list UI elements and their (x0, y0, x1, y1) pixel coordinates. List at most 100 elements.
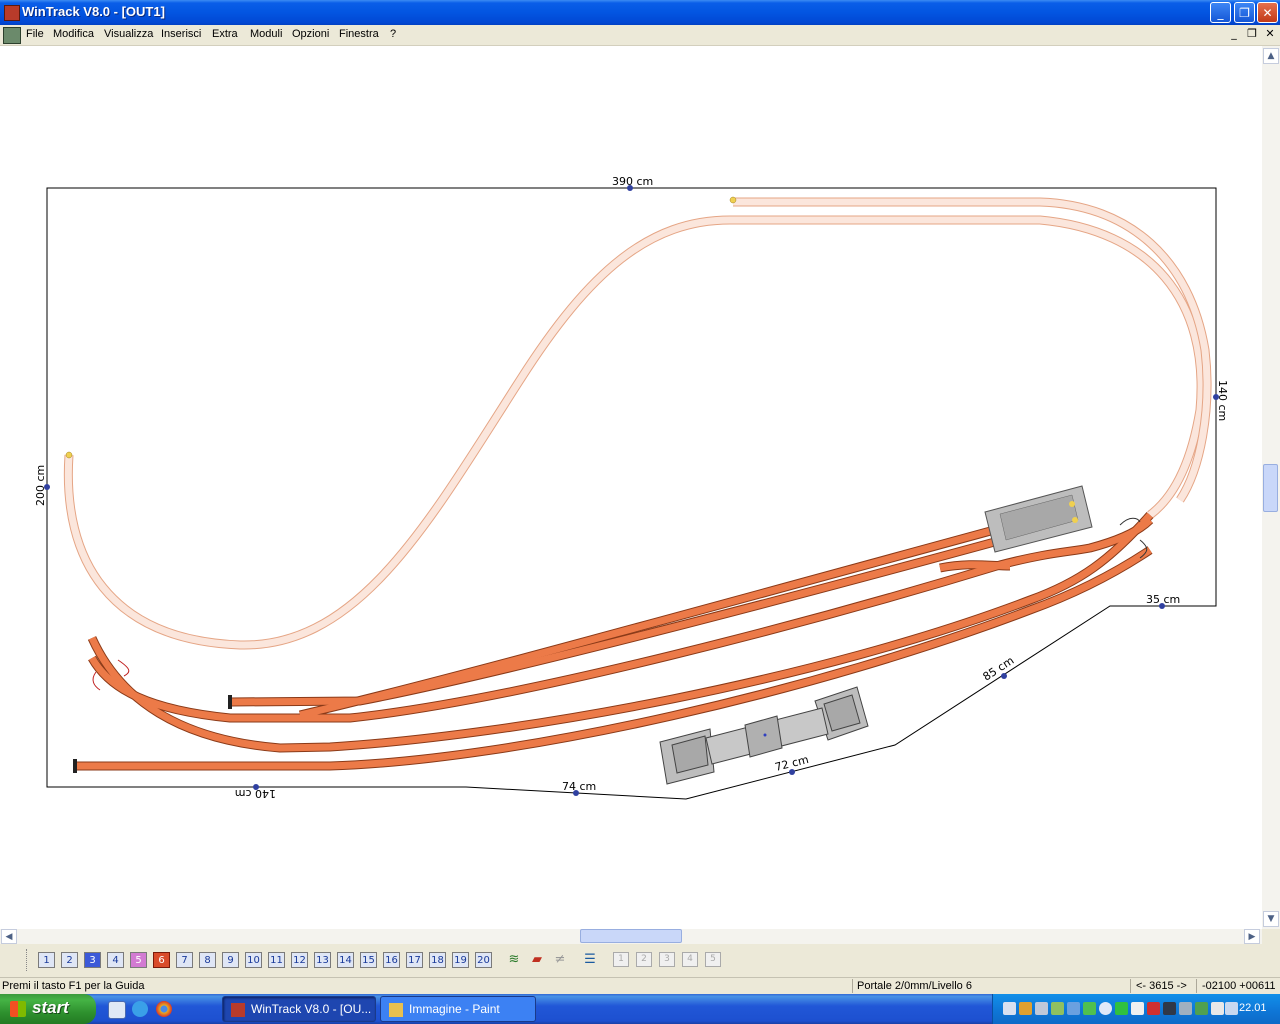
tray-icon-1[interactable] (1003, 1002, 1016, 1015)
scroll-right-button[interactable]: ▶ (1244, 929, 1260, 944)
document-icon[interactable] (3, 27, 21, 44)
layer-button-2[interactable]: 2 (61, 952, 78, 968)
horizontal-scroll-thumb[interactable] (580, 929, 682, 943)
layer-toolbar: 1 2 3 4 5 6 7 8 9 10 11 12 13 14 15 16 1… (0, 944, 1280, 976)
menu-bar: File Modifica Visualizza Inserisci Extra… (0, 25, 1280, 46)
layer-manager-icon[interactable]: ☰ (581, 951, 599, 969)
buffer-stop (228, 695, 232, 709)
menu-inserisci[interactable]: Inserisci (161, 28, 201, 40)
layer-button-3[interactable]: 3 (84, 952, 101, 968)
gray-button-4[interactable]: 4 (682, 952, 698, 967)
layer-button-16[interactable]: 16 (383, 952, 400, 968)
tray-icon-3[interactable] (1035, 1002, 1048, 1015)
tray-icon-9[interactable] (1131, 1002, 1144, 1015)
layer-button-19[interactable]: 19 (452, 952, 469, 968)
tray-icon-12[interactable] (1179, 1002, 1192, 1015)
close-button[interactable]: ✕ (1257, 2, 1278, 23)
tray-icon-13[interactable] (1195, 1002, 1208, 1015)
status-level: Portale 2/0mm/Livello 6 (857, 980, 972, 992)
tray-icon-4[interactable] (1051, 1002, 1064, 1015)
chrome-icon[interactable] (156, 1001, 172, 1017)
gray-button-2[interactable]: 2 (636, 952, 652, 967)
scroll-left-button[interactable]: ◀ (1, 929, 17, 944)
dim-step-label: 35 cm (1146, 593, 1180, 606)
menu-opzioni[interactable]: Opzioni (292, 28, 329, 40)
layer-hide-icon[interactable]: ≠ (551, 951, 569, 969)
vertical-scroll-thumb[interactable] (1263, 464, 1278, 512)
tray-icon-6[interactable] (1083, 1002, 1096, 1015)
gray-button-1[interactable]: 1 (613, 952, 629, 967)
task-paint[interactable]: Immagine - Paint (380, 996, 536, 1022)
upper-level-tracks (63, 196, 1212, 650)
layer-button-4[interactable]: 4 (107, 952, 124, 968)
layers-stack-icon[interactable]: ≋ (505, 951, 523, 969)
layer-button-20[interactable]: 20 (475, 952, 492, 968)
tray-icon-5[interactable] (1067, 1002, 1080, 1015)
layer-button-13[interactable]: 13 (314, 952, 331, 968)
internet-explorer-icon[interactable] (132, 1001, 148, 1017)
layer-select-icon[interactable]: ▰ (528, 951, 546, 969)
scroll-down-button[interactable]: ▼ (1263, 911, 1279, 927)
layer-button-18[interactable]: 18 (429, 952, 446, 968)
menu-modifica[interactable]: Modifica (53, 28, 94, 40)
clock[interactable]: 22.01 (1239, 1002, 1267, 1014)
signal-icon[interactable] (1115, 1002, 1128, 1015)
layer-button-12[interactable]: 12 (291, 952, 308, 968)
dim-right-label: 140 cm (1216, 380, 1229, 421)
network-icon[interactable] (1225, 1002, 1238, 1015)
toolbar-grip[interactable] (26, 949, 30, 971)
scroll-up-button[interactable]: ▲ (1263, 48, 1279, 64)
layout-canvas[interactable]: 390 cm 200 cm 140 cm 140 cm 74 cm 72 cm … (0, 46, 1262, 929)
scroll-corner (1262, 929, 1280, 944)
menu-finestra[interactable]: Finestra (339, 28, 379, 40)
window-title: WinTrack V8.0 - [OUT1] (22, 4, 165, 19)
status-coords: -02100 +00611 (1202, 980, 1276, 992)
dim-bottom-mid-label: 74 cm (562, 780, 596, 793)
menu-file[interactable]: File (26, 28, 44, 40)
paint-task-icon (389, 1003, 403, 1017)
gray-button-3[interactable]: 3 (659, 952, 675, 967)
start-label: start (32, 998, 69, 1017)
wintrack-app-icon[interactable] (4, 5, 20, 21)
track-plan[interactable]: 390 cm 200 cm 140 cm 140 cm 74 cm 72 cm … (0, 46, 1262, 929)
menu-moduli[interactable]: Moduli (250, 28, 282, 40)
gray-button-5[interactable]: 5 (705, 952, 721, 967)
layer-button-6[interactable]: 6 (153, 952, 170, 968)
tray-icon-10[interactable] (1147, 1002, 1160, 1015)
menu-visualizza[interactable]: Visualizza (104, 28, 153, 40)
title-bar: WinTrack V8.0 - [OUT1] _ ❐ ✕ (0, 0, 1280, 25)
wintrack-task-icon (231, 1003, 245, 1017)
mdi-minimize-button[interactable]: _ (1226, 27, 1242, 41)
restore-button[interactable]: ❐ (1234, 2, 1255, 23)
layer-button-15[interactable]: 15 (360, 952, 377, 968)
dim-diagonal-label: 85 cm (981, 654, 1017, 684)
layer-button-11[interactable]: 11 (268, 952, 285, 968)
mdi-close-button[interactable]: ✕ (1262, 27, 1278, 41)
tray-icon-14[interactable] (1211, 1002, 1224, 1015)
buffer-stop (73, 759, 77, 773)
layer-button-14[interactable]: 14 (337, 952, 354, 968)
layer-button-1[interactable]: 1 (38, 952, 55, 968)
menu-help[interactable]: ? (390, 28, 396, 40)
menu-extra[interactable]: Extra (212, 28, 238, 40)
show-desktop-icon[interactable] (108, 1001, 126, 1019)
status-bar: Premi il tasto F1 per la Guida Portale 2… (0, 977, 1280, 995)
layer-button-10[interactable]: 10 (245, 952, 262, 968)
start-button[interactable]: start (0, 994, 96, 1024)
tray-icon-2[interactable] (1019, 1002, 1032, 1015)
layer-button-5[interactable]: 5 (130, 952, 147, 968)
tray-icon-7[interactable] (1099, 1002, 1112, 1015)
layer-button-8[interactable]: 8 (199, 952, 216, 968)
layer-button-7[interactable]: 7 (176, 952, 193, 968)
mdi-restore-button[interactable]: ❐ (1244, 27, 1260, 41)
layer-button-9[interactable]: 9 (222, 952, 239, 968)
terminal-shed (984, 485, 1093, 553)
task-wintrack[interactable]: WinTrack V8.0 - [OU... (222, 996, 376, 1022)
dim-bottom-left-label: 140 cm (235, 787, 276, 800)
tray-icon-11[interactable] (1163, 1002, 1176, 1015)
taskbar: start WinTrack V8.0 - [OU... Immagine - … (0, 994, 1280, 1024)
layer-button-17[interactable]: 17 (406, 952, 423, 968)
task-paint-label: Immagine - Paint (409, 1002, 500, 1016)
minimize-button[interactable]: _ (1210, 2, 1231, 23)
windows-logo-icon (10, 1001, 26, 1017)
